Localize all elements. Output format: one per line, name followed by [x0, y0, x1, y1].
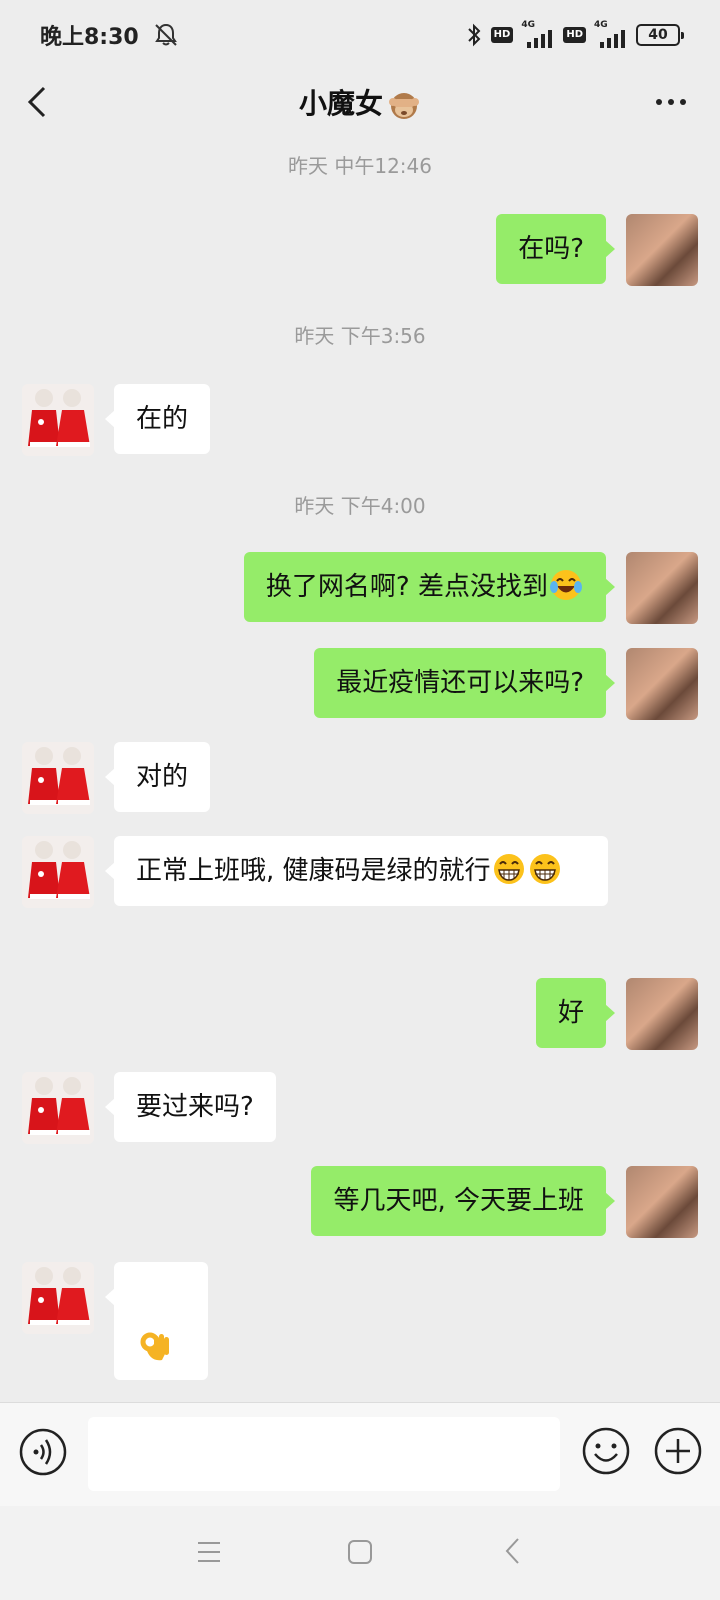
back-nav-icon[interactable] [502, 1536, 526, 1566]
recent-apps-icon[interactable] [196, 1540, 222, 1564]
red-dress-figure-icon [22, 836, 94, 908]
my-message-bubble[interactable]: 换了网名啊? 差点没找到 [243, 552, 616, 622]
ok-hand-icon [140, 1332, 169, 1361]
system-nav-bar [0, 1506, 720, 1600]
my-message-bubble[interactable]: 最近疫情还可以来吗? [314, 648, 615, 718]
contact-message-bubble[interactable]: 在的 [104, 384, 211, 454]
contact-avatar[interactable] [22, 742, 94, 814]
message-text: 对的 [136, 762, 189, 792]
my-message-bubble[interactable]: 好 [535, 978, 616, 1048]
red-dress-figure-icon [22, 1072, 94, 1144]
my-avatar[interactable] [626, 648, 698, 720]
contact-avatar[interactable] [22, 1262, 94, 1334]
message-text: 在吗? [518, 234, 584, 264]
emoji-picker-icon[interactable] [580, 1425, 632, 1477]
message-text: 在的 [136, 404, 189, 434]
my-message-bubble[interactable]: 在吗? [496, 214, 615, 284]
red-dress-figure-icon [22, 384, 94, 456]
contact-message-bubble[interactable]: 正常上班哦, 健康码是绿的就行 [105, 836, 608, 906]
contact-avatar[interactable] [22, 836, 94, 908]
my-avatar[interactable] [626, 978, 698, 1050]
my-avatar[interactable] [626, 214, 698, 286]
contact-message-bubble[interactable]: 对的 [104, 742, 211, 812]
contact-avatar[interactable] [22, 384, 94, 456]
my-message-bubble[interactable]: 等几天吧, 今天要上班 [311, 1166, 615, 1236]
message-text: 要过来吗? [136, 1092, 254, 1122]
my-avatar[interactable] [626, 1166, 698, 1238]
grinning-face-icon [529, 854, 560, 884]
red-dress-figure-icon [22, 742, 94, 814]
red-dress-figure-icon [22, 1262, 94, 1334]
voice-input-icon[interactable] [18, 1427, 68, 1477]
home-icon[interactable] [346, 1538, 374, 1566]
contact-message-bubble[interactable]: 要过来吗? [105, 1072, 276, 1142]
message-list[interactable]: 昨天 中午12:46 在吗? 昨天 下午3:56 在的 昨天 下午4:00 换了… [0, 0, 720, 1400]
my-avatar[interactable] [626, 552, 698, 624]
message-text: 正常上班哦, 健康码是绿的就行 [136, 856, 491, 886]
message-text: 等几天吧, 今天要上班 [333, 1186, 584, 1216]
message-text: 最近疫情还可以来吗? [336, 668, 584, 698]
contact-avatar[interactable] [22, 1072, 94, 1144]
timestamp: 昨天 下午3:56 [294, 324, 426, 348]
contact-message-bubble[interactable] [105, 1262, 208, 1380]
more-functions-plus-icon[interactable] [652, 1425, 704, 1477]
laughing-crying-face-icon [550, 570, 582, 600]
input-bar [0, 1402, 720, 1506]
timestamp: 昨天 下午4:00 [294, 494, 426, 518]
message-input[interactable] [88, 1417, 560, 1491]
timestamp: 昨天 中午12:46 [288, 154, 432, 178]
message-text: 好 [557, 998, 584, 1028]
grinning-face-icon [493, 854, 524, 884]
message-text: 换了网名啊? 差点没找到 [265, 572, 548, 602]
